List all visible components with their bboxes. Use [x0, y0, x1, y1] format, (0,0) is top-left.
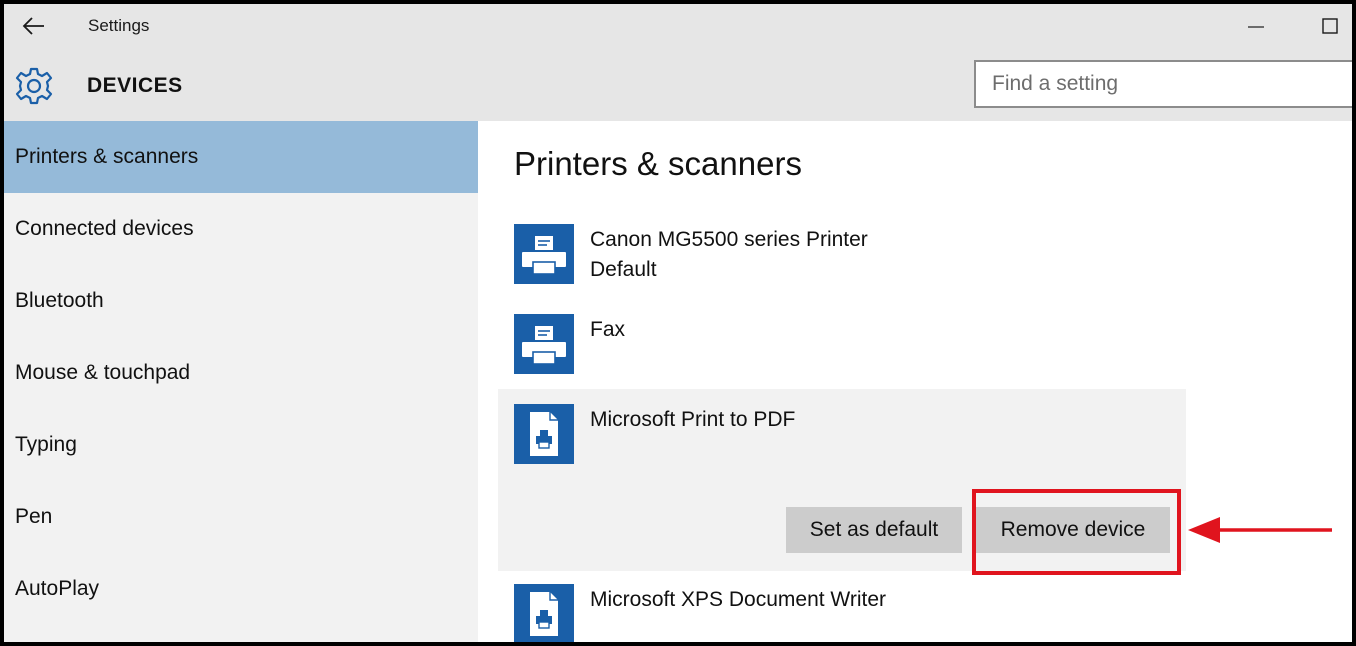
set-as-default-button[interactable]: Set as default — [786, 507, 962, 553]
sidebar-item-connected-devices[interactable]: Connected devices — [4, 193, 478, 265]
device-status: Default — [590, 258, 657, 281]
device-item-fax[interactable]: Fax — [498, 314, 1186, 374]
sidebar-item-printers-scanners[interactable]: Printers & scanners — [4, 121, 478, 193]
sidebar-item-bluetooth[interactable]: Bluetooth — [4, 265, 478, 337]
sidebar-item-typing[interactable]: Typing — [4, 409, 478, 481]
search-input[interactable] — [974, 60, 1352, 108]
minimize-icon — [1248, 26, 1264, 28]
printer-icon — [514, 224, 574, 284]
title-bar: Settings — [4, 4, 1352, 48]
sidebar-item-autoplay[interactable]: AutoPlay — [4, 553, 478, 625]
device-item-canon[interactable]: Canon MG5500 series Printer Default — [498, 224, 1186, 284]
maximize-icon — [1322, 18, 1338, 34]
document-printer-icon — [514, 404, 574, 464]
back-arrow-icon — [22, 17, 44, 35]
device-name: Microsoft XPS Document Writer — [590, 588, 887, 611]
annotation-arrow-icon — [1188, 517, 1332, 543]
printer-icon — [514, 314, 574, 374]
sidebar-item-pen[interactable]: Pen — [4, 481, 478, 553]
gear-icon — [14, 66, 54, 106]
maximize-button[interactable] — [1318, 14, 1342, 38]
device-name: Fax — [590, 318, 626, 341]
main-content: Printers & scanners Canon MG5500 series … — [478, 121, 1352, 642]
annotation-highlight-box — [972, 489, 1181, 575]
device-name: Microsoft Print to PDF — [590, 408, 796, 431]
device-item-xps-writer[interactable]: Microsoft XPS Document Writer — [498, 584, 1186, 642]
section-title: DEVICES — [87, 74, 183, 97]
device-name: Canon MG5500 series Printer — [590, 228, 868, 251]
page-title: Printers & scanners — [514, 145, 802, 182]
document-printer-icon — [514, 584, 574, 642]
sidebar-item-mouse-touchpad[interactable]: Mouse & touchpad — [4, 337, 478, 409]
back-button[interactable] — [20, 13, 48, 39]
settings-window: Settings DEVICES Printers & scanners Con… — [4, 4, 1352, 642]
sidebar: Printers & scanners Connected devices Bl… — [4, 121, 478, 642]
minimize-button[interactable] — [1244, 14, 1268, 38]
app-title: Settings — [88, 16, 150, 35]
